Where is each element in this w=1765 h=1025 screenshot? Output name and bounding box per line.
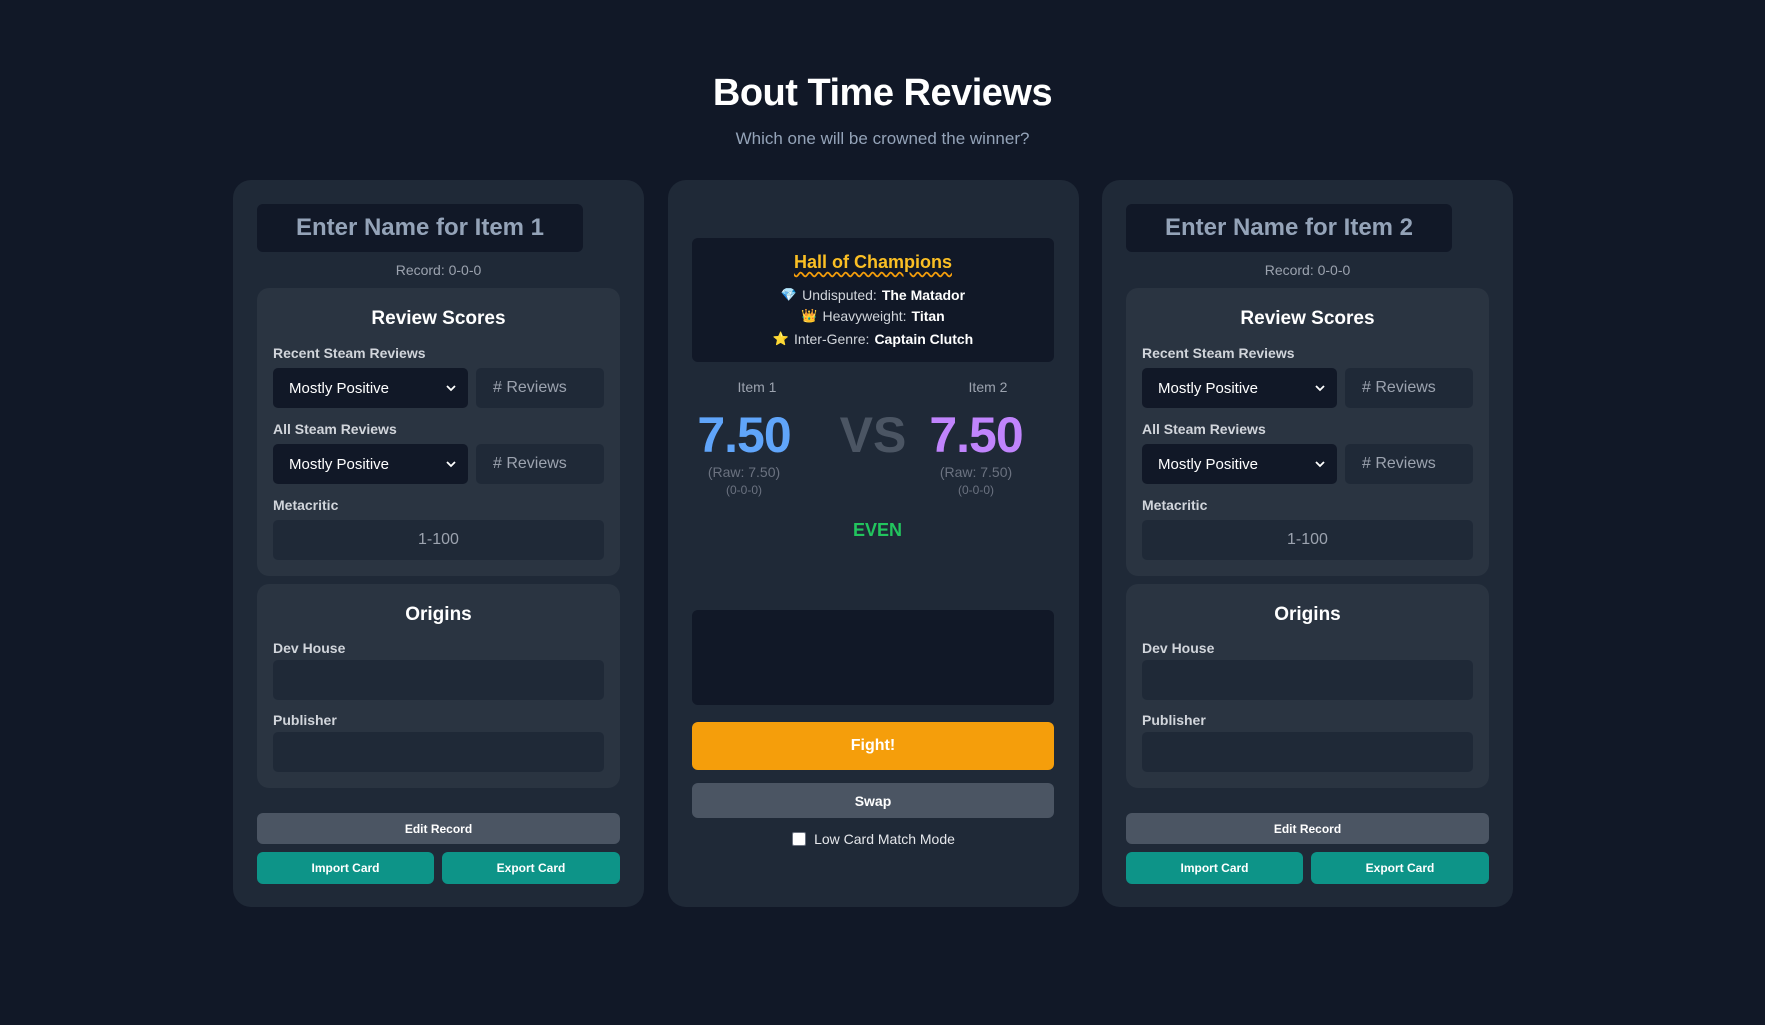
item1-all-reviews-value: Mostly Positive xyxy=(289,455,390,473)
chevron-down-icon xyxy=(446,385,456,392)
item1-recent-reviews-select[interactable]: Mostly Positive xyxy=(273,368,468,408)
hall-row-inter-genre: ⭐ Inter-Genre: Captain Clutch xyxy=(692,331,1054,347)
item1-recent-reviews-label: Recent Steam Reviews xyxy=(273,345,426,361)
item2-score: 7.50 xyxy=(929,407,1023,463)
item2-card: Record: 0-0-0 Review Scores Recent Steam… xyxy=(1102,180,1513,907)
item1-raw-score: (Raw: 7.50) xyxy=(707,464,781,480)
item2-publisher-label: Publisher xyxy=(1142,712,1206,728)
item1-origins-title: Origins xyxy=(405,604,472,625)
item2-metacritic-input[interactable]: 1-100 xyxy=(1142,520,1473,560)
item1-dev-house-input[interactable] xyxy=(273,660,604,700)
hall-row-champion: Titan xyxy=(911,308,945,324)
item1-origins-panel: Origins Dev House Publisher xyxy=(257,584,620,788)
item2-name-input[interactable] xyxy=(1126,204,1452,252)
low-card-mode-label: Low Card Match Mode xyxy=(814,831,955,847)
chevron-down-icon xyxy=(1315,461,1325,468)
item2-publisher-input[interactable] xyxy=(1142,732,1473,772)
item2-all-reviews-count-input[interactable]: # Reviews xyxy=(1345,444,1473,484)
item1-metacritic-input[interactable]: 1-100 xyxy=(273,520,604,560)
item2-battle-record: (0-0-0) xyxy=(957,483,994,497)
item2-all-reviews-value: Mostly Positive xyxy=(1158,455,1259,473)
item2-label: Item 2 xyxy=(968,379,1008,395)
hall-of-champions: Hall of Champions 💎 Undisputed: The Mata… xyxy=(692,238,1054,362)
item2-export-card-button[interactable]: Export Card xyxy=(1311,852,1489,884)
item2-dev-house-label: Dev House xyxy=(1142,640,1215,656)
item2-recent-reviews-select[interactable]: Mostly Positive xyxy=(1142,368,1337,408)
item2-recent-reviews-value: Mostly Positive xyxy=(1158,379,1259,397)
low-card-mode-toggle[interactable]: Low Card Match Mode xyxy=(668,831,1079,847)
page-title: Bout Time Reviews xyxy=(712,72,1053,114)
fight-button[interactable]: Fight! xyxy=(692,722,1054,770)
item1-edit-record-button[interactable]: Edit Record xyxy=(257,813,620,844)
item1-review-scores-title: Review Scores xyxy=(371,308,506,329)
item2-all-reviews-select[interactable]: Mostly Positive xyxy=(1142,444,1337,484)
verdict-label: EVEN xyxy=(852,520,903,540)
item2-origins-title: Origins xyxy=(1274,604,1341,625)
item2-all-reviews-label: All Steam Reviews xyxy=(1142,421,1266,437)
hall-row-undisputed: 💎 Undisputed: The Matador xyxy=(692,287,1054,303)
item2-review-scores-panel: Review Scores Recent Steam Reviews Mostl… xyxy=(1126,288,1489,576)
low-card-mode-checkbox[interactable] xyxy=(792,832,807,846)
item2-metacritic-label: Metacritic xyxy=(1142,497,1208,513)
hall-row-heavyweight: 👑 Heavyweight: Titan xyxy=(692,308,1054,324)
item1-metacritic-label: Metacritic xyxy=(273,497,339,513)
battle-log-box xyxy=(692,610,1054,705)
item1-all-reviews-count-input[interactable]: # Reviews xyxy=(476,444,604,484)
item2-review-scores-title: Review Scores xyxy=(1240,308,1375,329)
item2-record: Record: 0-0-0 xyxy=(1264,262,1351,278)
item1-card: Record: 0-0-0 Review Scores Recent Steam… xyxy=(233,180,644,907)
hall-row-label: Undisputed: xyxy=(802,287,877,303)
vs-label: VS xyxy=(839,407,907,463)
item2-origins-panel: Origins Dev House Publisher xyxy=(1126,584,1489,788)
crown-icon: 👑 xyxy=(801,308,818,323)
star-icon: ⭐ xyxy=(772,331,789,346)
item1-review-scores-panel: Review Scores Recent Steam Reviews Mostl… xyxy=(257,288,620,576)
item2-recent-reviews-label: Recent Steam Reviews xyxy=(1142,345,1295,361)
item1-name-input[interactable] xyxy=(257,204,583,252)
chevron-down-icon xyxy=(446,461,456,468)
item2-dev-house-input[interactable] xyxy=(1142,660,1473,700)
item2-recent-reviews-count-input[interactable]: # Reviews xyxy=(1345,368,1473,408)
item1-recent-reviews-value: Mostly Positive xyxy=(289,379,390,397)
item1-label: Item 1 xyxy=(737,379,777,395)
item2-import-card-button[interactable]: Import Card xyxy=(1126,852,1303,884)
item2-raw-score: (Raw: 7.50) xyxy=(939,464,1013,480)
chevron-down-icon xyxy=(1315,385,1325,392)
hall-row-champion: The Matador xyxy=(881,287,966,303)
header: Bout Time Reviews Which one will be crow… xyxy=(0,72,1765,149)
item1-battle-record: (0-0-0) xyxy=(725,483,762,497)
item1-all-reviews-select[interactable]: Mostly Positive xyxy=(273,444,468,484)
page-subtitle: Which one will be crowned the winner? xyxy=(735,129,1030,148)
item1-publisher-input[interactable] xyxy=(273,732,604,772)
hall-row-label: Heavyweight: xyxy=(822,308,907,324)
swap-button[interactable]: Swap xyxy=(692,783,1054,818)
page: Bout Time Reviews Which one will be crow… xyxy=(0,0,1765,1025)
item1-record: Record: 0-0-0 xyxy=(395,262,482,278)
hall-of-champions-title: Hall of Champions xyxy=(793,252,952,272)
item1-publisher-label: Publisher xyxy=(273,712,337,728)
item1-all-reviews-label: All Steam Reviews xyxy=(273,421,397,437)
gem-icon: 💎 xyxy=(780,287,798,302)
hall-row-champion: Captain Clutch xyxy=(874,331,974,347)
item1-recent-reviews-count-input[interactable]: # Reviews xyxy=(476,368,604,408)
item2-edit-record-button[interactable]: Edit Record xyxy=(1126,813,1489,844)
item1-dev-house-label: Dev House xyxy=(273,640,346,656)
item1-import-card-button[interactable]: Import Card xyxy=(257,852,434,884)
battle-card: Hall of Champions 💎 Undisputed: The Mata… xyxy=(668,180,1079,907)
item1-export-card-button[interactable]: Export Card xyxy=(442,852,620,884)
hall-row-label: Inter-Genre: xyxy=(793,331,870,347)
item1-score: 7.50 xyxy=(697,407,791,463)
